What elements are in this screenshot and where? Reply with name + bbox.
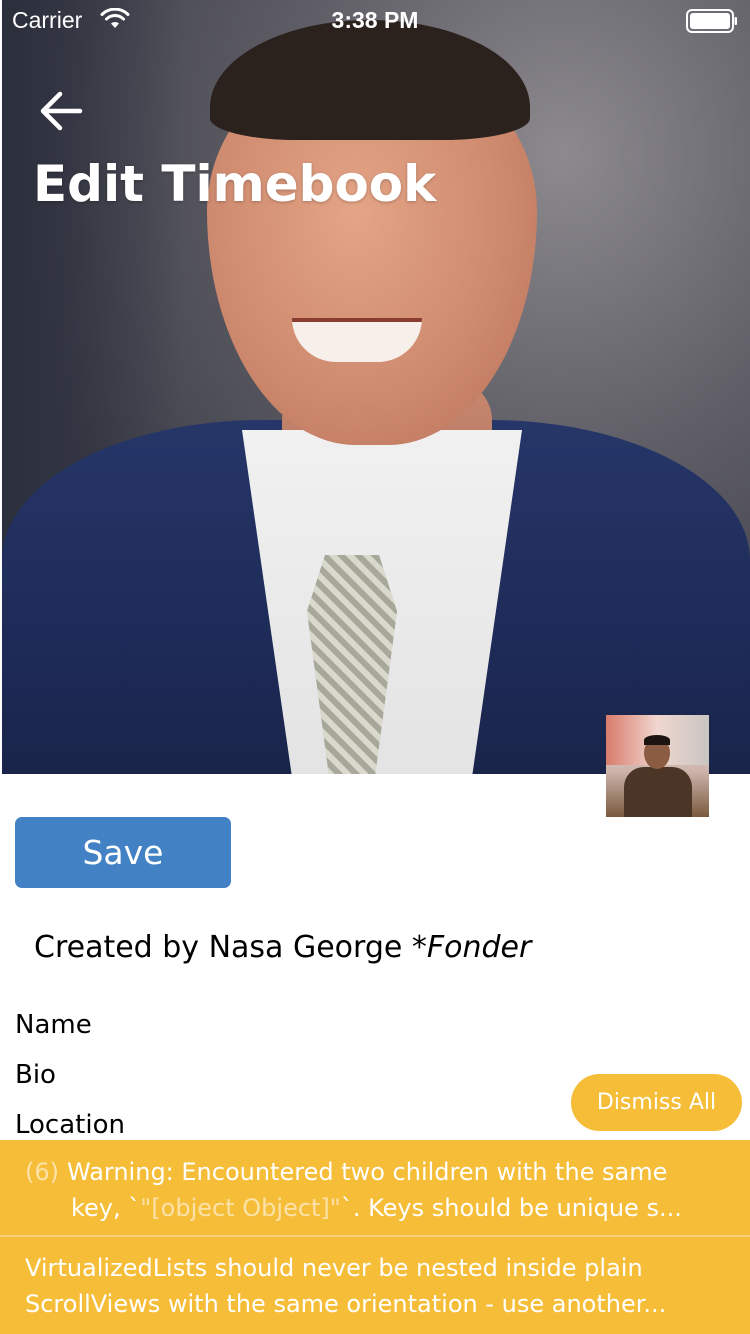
save-button[interactable]: Save bbox=[15, 817, 231, 888]
warning-message-line-1: Warning: Encountered two children with t… bbox=[67, 1158, 668, 1186]
name-field-label[interactable]: Name bbox=[15, 1010, 92, 1040]
battery-icon bbox=[686, 9, 737, 33]
warning-message-key: "[object Object]" bbox=[140, 1194, 341, 1222]
page-title: Edit Timebook bbox=[33, 155, 437, 213]
created-by-text: Created by Nasa George *Fonder bbox=[34, 930, 531, 965]
edit-timebook-screen: Carrier 3:38 PM Edit Timebook Save Creat… bbox=[0, 0, 750, 1334]
cover-photo[interactable] bbox=[2, 0, 750, 774]
warning-toast[interactable]: VirtualizedLists should never be nested … bbox=[0, 1237, 750, 1334]
clock-label: 3:38 PM bbox=[331, 7, 419, 33]
warning-message-line-1: VirtualizedLists should never be nested … bbox=[25, 1254, 643, 1282]
warning-message-suffix: `. Keys should be unique s... bbox=[340, 1194, 682, 1222]
dismiss-all-button[interactable]: Dismiss All bbox=[571, 1074, 742, 1131]
warning-message-prefix: key, ` bbox=[71, 1194, 141, 1222]
status-bar: Carrier 3:38 PM bbox=[0, 0, 750, 40]
location-field-label[interactable]: Location bbox=[15, 1110, 125, 1140]
warning-toast[interactable]: (6) Warning: Encountered two children wit… bbox=[0, 1140, 750, 1235]
avatar[interactable] bbox=[606, 715, 709, 817]
bio-field-label[interactable]: Bio bbox=[15, 1060, 56, 1090]
warning-message-line-2: ScrollViews with the same orientation - … bbox=[25, 1290, 667, 1318]
creator-role: *Fonder bbox=[411, 930, 532, 965]
warning-count-badge: (6) bbox=[25, 1158, 59, 1186]
warning-line-1: (6) Warning: Encountered two children wit… bbox=[25, 1154, 730, 1190]
avatar-body bbox=[624, 767, 692, 817]
created-by-prefix: Created by Nasa George bbox=[34, 930, 412, 965]
arrow-left-icon bbox=[40, 91, 83, 131]
back-button[interactable] bbox=[36, 86, 88, 136]
avatar-hair bbox=[644, 735, 670, 745]
warning-line-2: key, `"[object Object]"`. Keys should be… bbox=[25, 1190, 730, 1226]
